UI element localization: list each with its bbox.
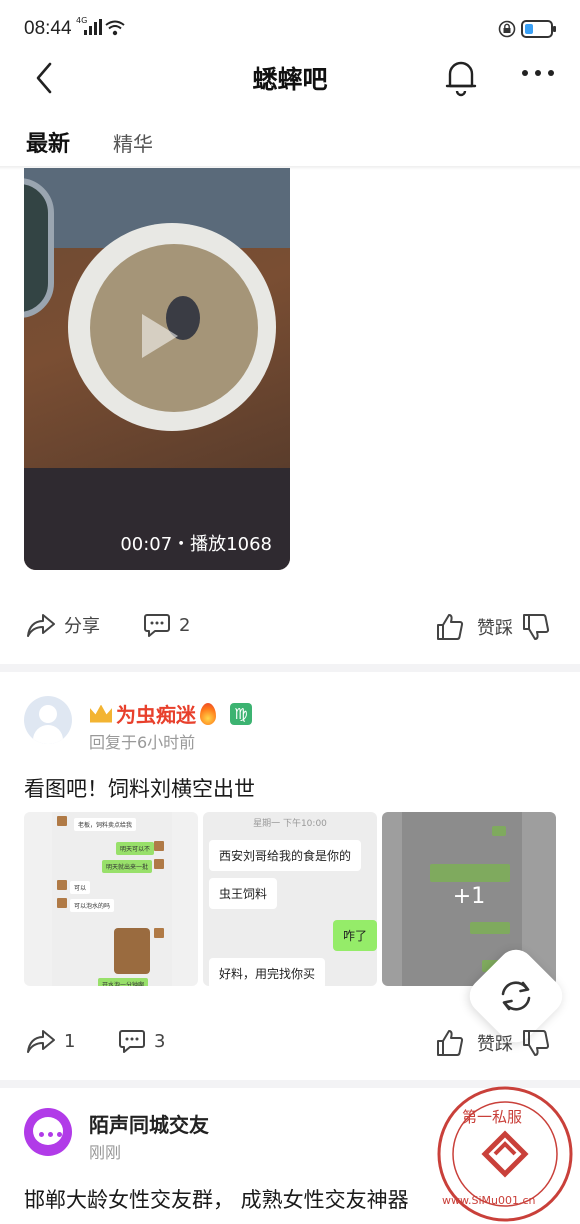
chat-bubble: 虫王饲料 [209, 878, 278, 909]
wifi-icon [105, 20, 125, 36]
share-button[interactable]: 分享 [26, 612, 100, 638]
video-meta: 00:07・播放1068 [120, 534, 272, 555]
play-icon[interactable] [142, 314, 178, 358]
more-images-count: +1 [452, 884, 486, 909]
thumbs-up-icon[interactable] [435, 612, 465, 642]
chat-bubble-shape [492, 826, 506, 836]
share-icon [27, 1030, 55, 1053]
watermark-text-top: 第一私服 [462, 1108, 522, 1126]
watermark-url: www.SiMu001.cn [442, 1194, 536, 1207]
chat-avatar [57, 880, 67, 890]
chat-bubble: 明天就出来一批 [102, 860, 153, 873]
post3-text[interactable]: 邯郸大龄女性交友群， 成熟女性交友神器 [24, 1184, 409, 1214]
user-avatar[interactable] [24, 696, 72, 744]
post3-author[interactable]: 陌声同城交友 [89, 1109, 209, 1138]
zodiac-badge: ♍ [230, 702, 252, 725]
post-separator [0, 664, 580, 672]
post2-time: 回复于6小时前 [89, 733, 196, 752]
chat-bubble: 可以 [70, 881, 91, 894]
vote-label: 赞踩 [477, 1034, 513, 1055]
chat-avatar [57, 816, 67, 826]
chat-avatar [57, 898, 67, 908]
forum-title: 蟋蟀吧 [252, 65, 328, 94]
share-button[interactable]: 1 [26, 1028, 75, 1054]
refresh-icon [501, 981, 531, 1011]
comment-count: 3 [154, 1030, 166, 1052]
comment-icon [119, 1030, 145, 1053]
battery-icon [521, 20, 556, 38]
fire-icon [200, 702, 216, 725]
chat-bubble: 咋了 [333, 920, 377, 951]
vote-group: 赞踩 [435, 612, 551, 642]
chat-dots-icon [39, 1132, 62, 1137]
watermark-logo: 第一私服 www.SiMu001.cn [437, 1086, 573, 1222]
post2-image-1[interactable]: 老板，饲料卖点给我 明天可以不 明天就出来一批 可以 可以泡水的吗 开水泡一分钟… [24, 812, 198, 986]
chat-bubble: 好料，用完找你买 [209, 958, 326, 986]
vote-group: 赞踩 [435, 1028, 551, 1058]
chat-avatar [154, 859, 164, 869]
chat-bubble: 可以泡水的吗 [70, 899, 115, 912]
post2-text[interactable]: 看图吧！饲料刘横空出世 [24, 773, 255, 803]
chat-avatar [154, 928, 164, 938]
chat-bubble: 老板，饲料卖点给我 [74, 818, 137, 831]
forum-page: 08:44 4G 蟋蟀吧 最新 精华 00:07・播放1068 分享 2 赞踩 … [0, 0, 580, 1224]
post2-action-bar: 1 3 赞踩 [0, 1028, 580, 1068]
chat-bubble: 明天可以不 [116, 842, 155, 855]
post2-username: 为虫痴迷 [116, 703, 196, 727]
vote-label: 赞踩 [477, 618, 513, 639]
post3-time: 刚刚 [89, 1143, 122, 1162]
tab-featured[interactable]: 精华 [113, 128, 153, 157]
post1-action-bar: 分享 2 赞踩 [0, 612, 580, 652]
crown-icon [90, 704, 112, 723]
comment-button[interactable]: 3 [118, 1028, 165, 1054]
chat-avatar [154, 841, 164, 851]
status-time: 08:44 [24, 18, 72, 39]
post2-image-2[interactable]: 星期一 下午10:00 西安刘哥给我的食是你的 虫王饲料 咋了 好料，用完找你买 [203, 812, 377, 986]
thumbs-down-icon[interactable] [521, 1028, 551, 1058]
signal-icon [84, 19, 102, 35]
chat-bubble: 开水泡一分钟啊 [98, 978, 149, 986]
comment-count: 2 [179, 614, 191, 636]
thumbs-up-icon[interactable] [435, 1028, 465, 1058]
chat-bubble-shape [470, 922, 510, 934]
share-label: 分享 [64, 616, 100, 637]
chat-bubble-shape [430, 864, 510, 882]
video-scene-jar [24, 178, 54, 318]
bell-icon[interactable] [442, 56, 480, 98]
feed-bag-image [114, 928, 150, 974]
share-count: 1 [64, 1030, 76, 1052]
video-thumbnail[interactable]: 00:07・播放1068 [24, 168, 290, 570]
tab-bar: 最新 精华 [0, 118, 580, 168]
chat-time: 星期一 下午10:00 [253, 819, 327, 829]
tab-latest[interactable]: 最新 [26, 126, 70, 158]
chat-bubble: 西安刘哥给我的食是你的 [209, 840, 362, 871]
post2-author[interactable]: 为虫痴迷 ♍ [90, 699, 252, 728]
rotation-lock-icon [498, 20, 516, 38]
comment-button[interactable]: 2 [143, 612, 190, 638]
comment-icon [144, 614, 170, 637]
thumbs-down-icon[interactable] [521, 612, 551, 642]
more-icon[interactable] [522, 70, 554, 76]
nav-bar: 蟋蟀吧 [0, 48, 580, 106]
share-icon [27, 614, 55, 637]
